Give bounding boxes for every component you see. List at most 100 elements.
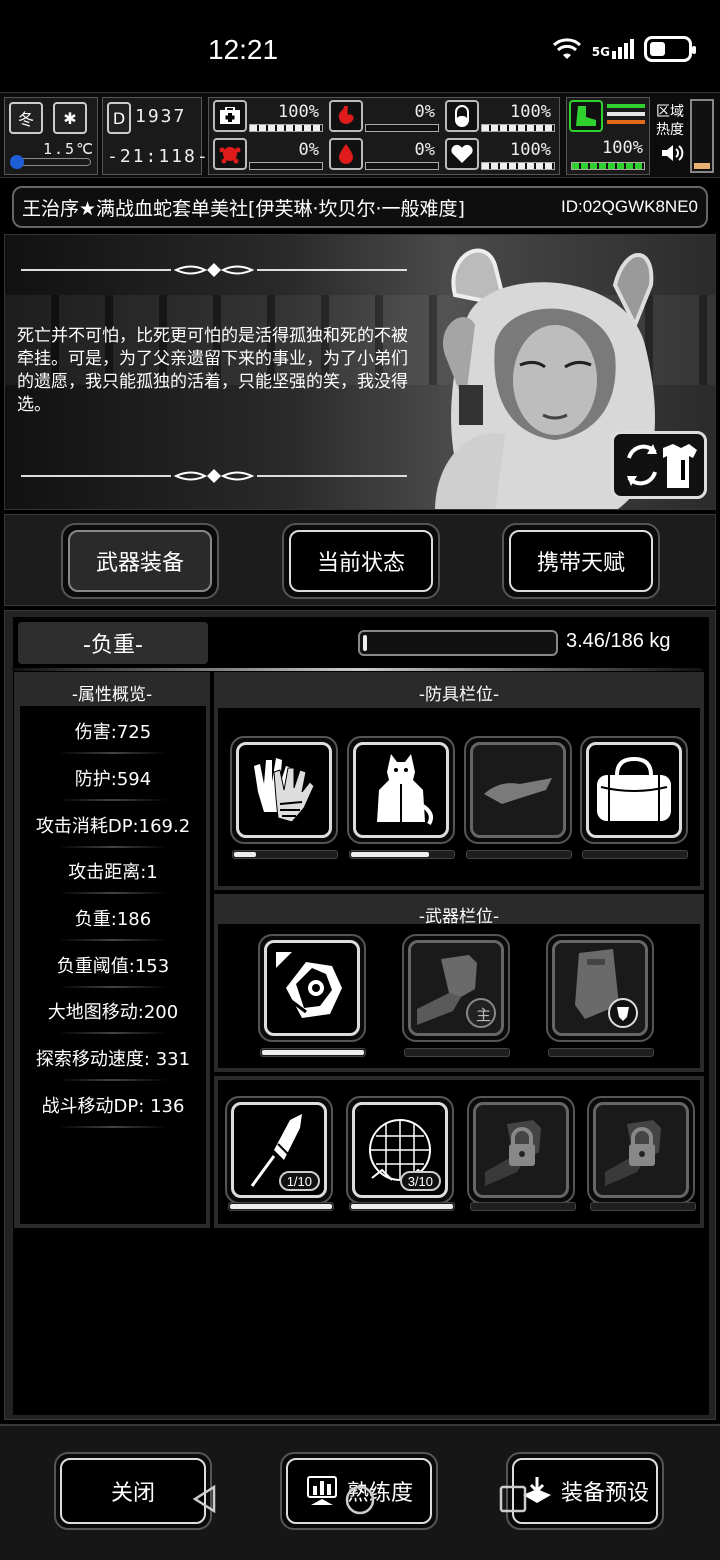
weapon-slot-3[interactable] bbox=[546, 934, 654, 1042]
time-panel: D 1937 -21:118- bbox=[102, 97, 208, 175]
gloves-icon bbox=[254, 758, 315, 823]
area-panel: 100% bbox=[566, 97, 650, 175]
load-label: -负重- bbox=[18, 622, 208, 664]
change-outfit-icon bbox=[627, 444, 697, 488]
durability-bar bbox=[466, 850, 572, 859]
armor-slot-hat[interactable] bbox=[464, 736, 572, 844]
consumable-slot-3-locked[interactable] bbox=[467, 1096, 575, 1204]
blood-drop-icon bbox=[329, 138, 363, 170]
cap-icon bbox=[484, 778, 552, 804]
season-label: 冬 bbox=[17, 110, 34, 129]
boot-icon bbox=[569, 100, 603, 132]
bleeding-bar bbox=[365, 162, 439, 170]
hunger-bar bbox=[365, 124, 439, 132]
character-banner: 死亡并不可怕，比死更可怕的是活得孤独和死的不被牵挂。可是，为了父亲遗留下来的事业… bbox=[4, 234, 716, 510]
armor-slot-gloves[interactable] bbox=[230, 736, 338, 844]
heat-gauge bbox=[690, 99, 714, 173]
top-ornament-divider bbox=[21, 263, 407, 277]
tab-current-status[interactable]: 当前状态 bbox=[282, 523, 440, 599]
system-navigation-bar bbox=[0, 1484, 720, 1560]
mood-percent: 100% bbox=[510, 140, 551, 160]
wrapped-fist-icon bbox=[276, 952, 342, 1018]
attr-combat-move-dp: 战斗移动DP: 136 bbox=[20, 1092, 206, 1128]
clock-time: 12:21 bbox=[208, 34, 279, 65]
item-count-badge: 1/10 bbox=[278, 1171, 320, 1191]
vitals-panel: 100% 0% 100% 0% 0% 100% bbox=[208, 97, 560, 175]
divider bbox=[12, 668, 702, 671]
game-clock: -21:118- bbox=[107, 146, 210, 167]
calendar-icon: D bbox=[107, 102, 131, 134]
durability-bar bbox=[232, 850, 338, 859]
bottom-ornament-divider bbox=[21, 469, 407, 483]
durability-bar bbox=[590, 1202, 696, 1211]
stamina-percent: 100% bbox=[510, 102, 551, 122]
system-status-bar: 12:21 5G bbox=[0, 0, 720, 92]
armor-slot-backpack[interactable] bbox=[580, 736, 688, 844]
stomach-icon bbox=[329, 100, 363, 132]
consumable-slot-4-locked[interactable] bbox=[587, 1096, 695, 1204]
bottom-action-bar: 关闭 熟练度 装备预设 bbox=[0, 1424, 720, 1560]
stamina-bar bbox=[481, 124, 555, 132]
day-counter: 1937 bbox=[135, 106, 187, 127]
durability-bar bbox=[582, 850, 688, 859]
attr-carry-threshold: 负重阈值:153 bbox=[20, 952, 206, 988]
battery-icon bbox=[644, 36, 696, 62]
season-icon: 冬 bbox=[9, 102, 43, 134]
speaker-icon[interactable] bbox=[660, 143, 684, 163]
area-heat-label: 区域 热度 bbox=[656, 103, 684, 139]
character-quote: 死亡并不可怕，比死更可怕的是活得孤独和死的不被牵挂。可是，为了父亲遗留下来的事业… bbox=[17, 326, 408, 415]
armor-slot-coat[interactable] bbox=[347, 736, 455, 844]
duffel-bag-icon bbox=[597, 756, 671, 821]
durability-bar bbox=[228, 1202, 334, 1211]
weapon-slot-1[interactable] bbox=[258, 934, 366, 1042]
virus-icon bbox=[213, 138, 247, 170]
tab-label: 武器装备 bbox=[68, 530, 212, 592]
locked-slot-icon bbox=[605, 1120, 661, 1186]
durability-bar bbox=[548, 1048, 654, 1057]
medkit-icon bbox=[213, 100, 247, 132]
change-outfit-button[interactable] bbox=[611, 431, 707, 499]
attributes-header: -属性概览- bbox=[71, 685, 153, 705]
attr-explore-move-speed: 探索移动速度: 331 bbox=[20, 1045, 206, 1081]
tab-label: 携带天赋 bbox=[509, 530, 653, 592]
tab-carried-talents[interactable]: 携带天赋 bbox=[502, 523, 660, 599]
survival-hud: 冬 ✱ 1.5℃ D 1937 -21:118- 100% 0% 100% 0% bbox=[0, 92, 720, 178]
health-percent: 100% bbox=[278, 102, 319, 122]
character-title-bar: 王治序★满战血蛇套单美社[伊芙琳·坎贝尔·一般难度] ID:02QGWK8NE0 bbox=[12, 186, 708, 228]
attributes-overview: -属性概览- 伤害:725 防护:594 攻击消耗DP:169.2 攻击距离:1… bbox=[14, 672, 210, 1228]
attr-damage: 伤害:725 bbox=[20, 718, 206, 754]
mood-bar bbox=[481, 162, 555, 170]
home-nav-icon[interactable] bbox=[344, 1484, 376, 1516]
infection-bar bbox=[249, 162, 323, 170]
back-nav-icon[interactable] bbox=[190, 1484, 220, 1514]
consumable-slot-2[interactable]: 3/10 bbox=[346, 1096, 454, 1204]
character-title: 王治序★满战血蛇套单美社[伊芙琳·坎贝尔·一般难度] bbox=[22, 197, 465, 220]
heat-label: 热度 bbox=[656, 122, 684, 138]
network-type: 5G bbox=[591, 45, 610, 59]
item-count-badge: 3/10 bbox=[399, 1171, 441, 1191]
area-percent: 100% bbox=[602, 138, 643, 158]
durability-bar bbox=[470, 1202, 576, 1211]
area-bar bbox=[571, 162, 645, 170]
temperature-gauge bbox=[10, 155, 91, 169]
weapon-slot-2[interactable]: 主 bbox=[402, 934, 510, 1042]
temperature: 1.5℃ bbox=[43, 140, 95, 158]
locked-slot-icon bbox=[485, 1120, 541, 1186]
tab-weapons-equipment[interactable]: 武器装备 bbox=[61, 523, 219, 599]
attr-defense: 防护:594 bbox=[20, 765, 206, 801]
cellular-signal-icon: 5G bbox=[592, 39, 634, 59]
attr-attack-range: 攻击距离:1 bbox=[20, 858, 206, 894]
durability-bar bbox=[349, 1202, 455, 1211]
durability-bar bbox=[404, 1048, 510, 1057]
health-bar bbox=[249, 124, 323, 132]
recents-nav-icon[interactable] bbox=[498, 1484, 528, 1514]
main-hand-badge: 主 bbox=[475, 1006, 491, 1024]
hooded-coat-icon bbox=[377, 754, 433, 826]
durability-bar bbox=[260, 1048, 366, 1057]
tab-bar: 武器装备 当前状态 携带天赋 bbox=[4, 514, 716, 606]
attr-attack-dp-cost: 攻击消耗DP:169.2 bbox=[20, 812, 206, 848]
durability-bar bbox=[349, 850, 455, 859]
pill-icon bbox=[445, 100, 479, 132]
attr-world-map-move: 大地图移动:200 bbox=[20, 998, 206, 1034]
consumable-slot-1[interactable]: 1/10 bbox=[225, 1096, 333, 1204]
